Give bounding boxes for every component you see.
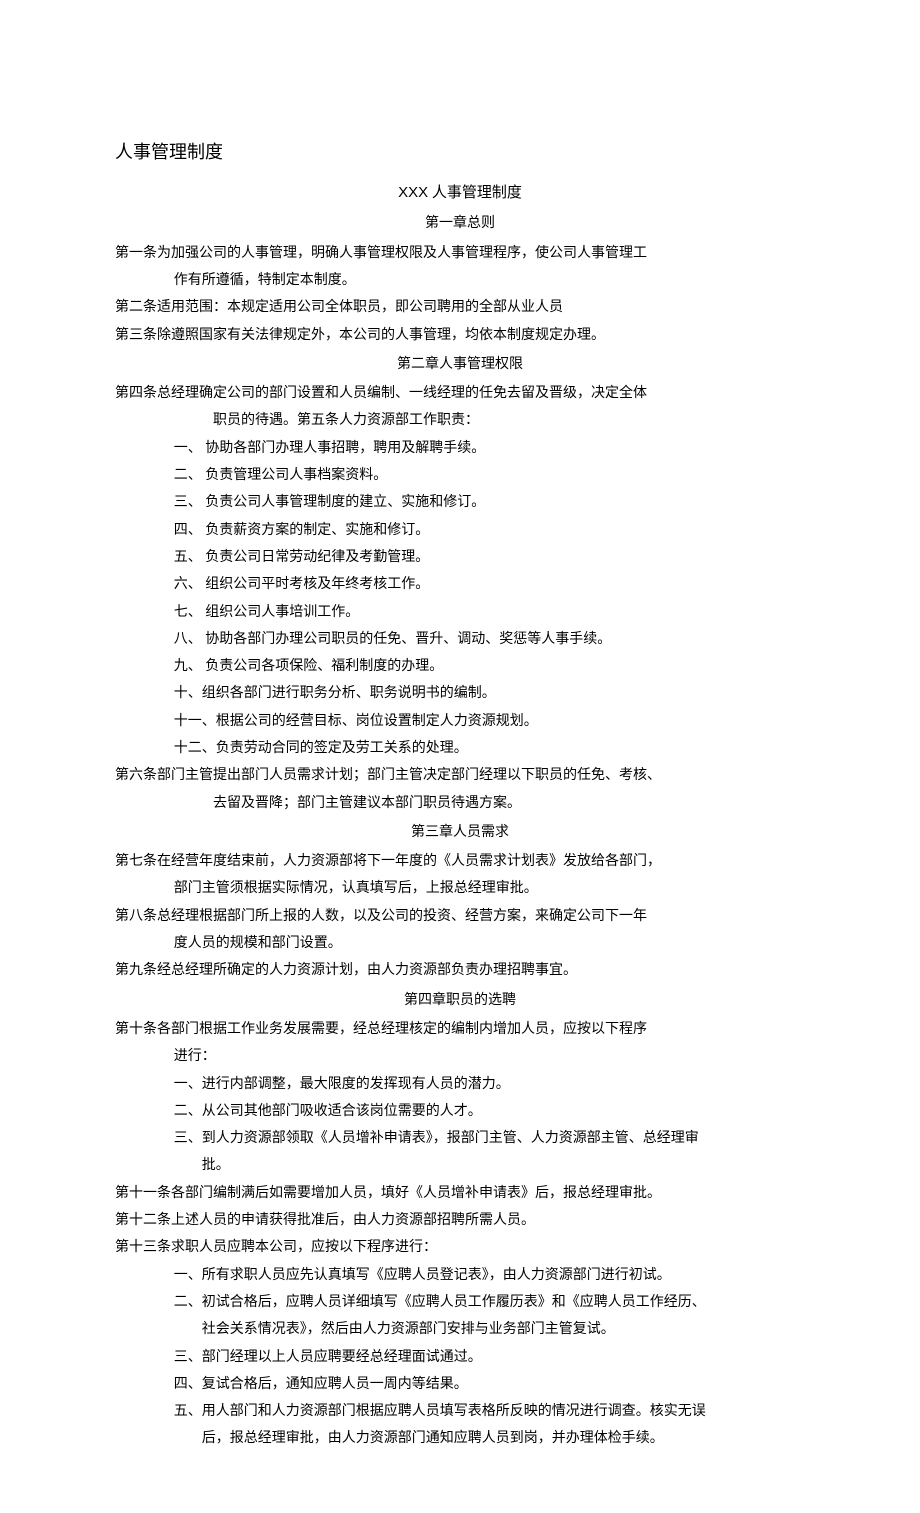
subtitle-text: 人事管理制度 [428,185,522,201]
article-3: 第三条除遵照国家有关法律规定外，本公司的人事管理，均依本制度规定办理。 [115,322,805,349]
article-10-item2: 二、从公司其他部门吸收适合该岗位需要的人才。 [115,1098,805,1125]
article-13-item3: 三、部门经理以上人员应聘要经总经理面试通过。 [115,1344,805,1371]
article-13-item1: 一、所有求职人员应先认真填写《应聘人员登记表》，由人力资源部门进行初试。 [115,1262,805,1289]
article-10-item3-line1: 三、到人力资源部领取《人员增补申请表》，报部门主管、人力资源部主管、总经理审 [115,1125,805,1152]
article-6-line2: 去留及晋降；部门主管建议本部门职员待遇方案。 [115,790,805,817]
article-10-line1: 第十条各部门根据工作业务发展需要，经总经理核定的编制内增加人员，应按以下程序 [115,1016,805,1043]
chapter-1-heading: 第一章总则 [115,210,805,237]
company-placeholder: XXX [398,184,428,201]
article-1-line2: 作有所遵循，特制定本制度。 [115,267,805,294]
hr-duty-10: 十、组织各部门进行职务分析、职务说明书的编制。 [115,680,805,707]
article-2: 第二条适用范围：本规定适用公司全体职员，即公司聘用的全部从业人员 [115,294,805,321]
article-1-line1: 第一条为加强公司的人事管理，明确人事管理权限及人事管理程序，使公司人事管理工 [115,240,805,267]
hr-duty-3: 三、 负责公司人事管理制度的建立、实施和修订。 [115,489,805,516]
document-page: 人事管理制度 XXX 人事管理制度 第一章总则 第一条为加强公司的人事管理，明确… [0,0,920,1513]
hr-duty-11: 十一、根据公司的经营目标、岗位设置制定人力资源规划。 [115,708,805,735]
article-7-line1: 第七条在经营年度结束前，人力资源部将下一年度的《人员需求计划表》发放给各部门， [115,848,805,875]
hr-duty-5: 五、 负责公司日常劳动纪律及考勤管理。 [115,544,805,571]
hr-duty-9: 九、 负责公司各项保险、福利制度的办理。 [115,653,805,680]
article-13-item5-line1: 五、用人部门和人力资源部门根据应聘人员填写表格所反映的情况进行调查。核实无误 [115,1398,805,1425]
article-13-item2-line2: 社会关系情况表》，然后由人力资源部门安排与业务部门主管复试。 [115,1316,805,1343]
hr-duty-1: 一、 协助各部门办理人事招聘，聘用及解聘手续。 [115,435,805,462]
article-4-line1: 第四条总经理确定公司的部门设置和人员编制、一线经理的任免去留及晋级，决定全体 [115,380,805,407]
article-12: 第十二条上述人员的申请获得批准后，由人力资源部招聘所需人员。 [115,1207,805,1234]
chapter-2-heading: 第二章人事管理权限 [115,351,805,378]
chapter-4-heading: 第四章职员的选聘 [115,987,805,1014]
article-8-line2: 度人员的规模和部门设置。 [115,930,805,957]
hr-duty-7: 七、 组织公司人事培训工作。 [115,599,805,626]
article-9: 第九条经总经理所确定的人力资源计划，由人力资源部负责办理招聘事宜。 [115,957,805,984]
article-11: 第十一条各部门编制满后如需要增加人员，填好《人员增补申请表》后，报总经理审批。 [115,1180,805,1207]
article-4-line2: 职员的待遇。第五条人力资源部工作职责： [115,407,805,434]
article-13-item5-line2: 后，报总经理审批，由人力资源部门通知应聘人员到岗，并办理体检手续。 [115,1425,805,1452]
article-10-item3-line2: 批。 [115,1152,805,1179]
hr-duty-6: 六、 组织公司平时考核及年终考核工作。 [115,571,805,598]
article-6-line1: 第六条部门主管提出部门人员需求计划；部门主管决定部门经理以下职员的任免、考核、 [115,762,805,789]
article-10-item1: 一、进行内部调整，最大限度的发挥现有人员的潜力。 [115,1071,805,1098]
hr-duty-8: 八、 协助各部门办理公司职员的任免、晋升、调动、奖惩等人事手续。 [115,626,805,653]
document-subtitle: XXX 人事管理制度 [115,178,805,208]
hr-duty-12: 十二、负责劳动合同的签定及劳工关系的处理。 [115,735,805,762]
article-13: 第十三条求职人员应聘本公司，应按以下程序进行： [115,1234,805,1261]
document-title: 人事管理制度 [115,135,805,170]
chapter-3-heading: 第三章人员需求 [115,819,805,846]
article-13-item4: 四、复试合格后，通知应聘人员一周内等结果。 [115,1371,805,1398]
hr-duty-4: 四、 负责薪资方案的制定、实施和修订。 [115,517,805,544]
article-7-line2: 部门主管须根据实际情况，认真填写后，上报总经理审批。 [115,875,805,902]
article-8-line1: 第八条总经理根据部门所上报的人数，以及公司的投资、经营方案，来确定公司下一年 [115,903,805,930]
hr-duty-2: 二、 负责管理公司人事档案资料。 [115,462,805,489]
article-10-line2: 进行： [115,1043,805,1070]
